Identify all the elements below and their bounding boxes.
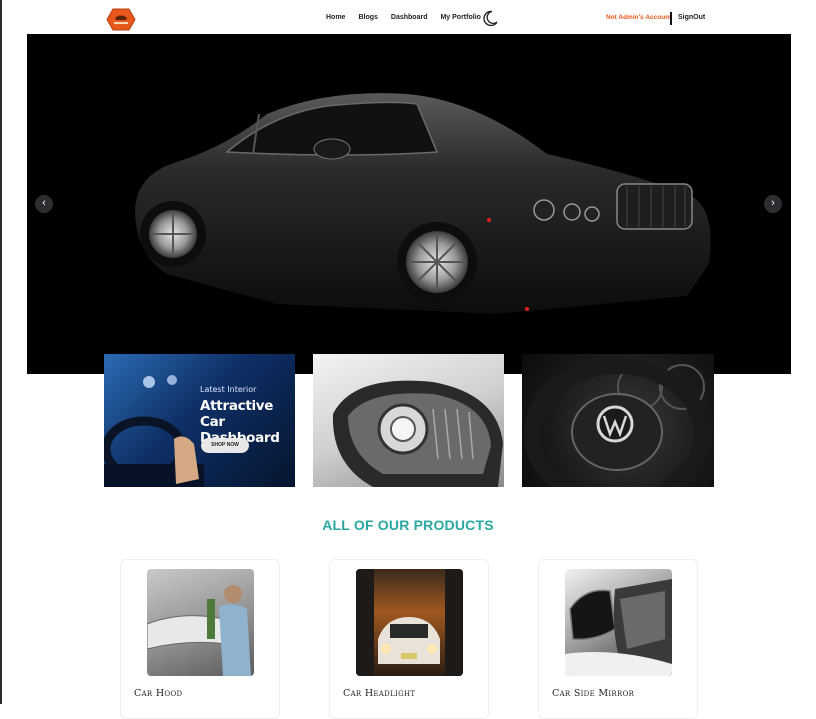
brand-logo-icon[interactable] (106, 8, 136, 31)
nav-blogs-link[interactable]: Blogs (358, 14, 377, 21)
nav-divider (670, 12, 672, 25)
product-image (147, 569, 254, 676)
nav-portfolio-link[interactable]: My Portfolio (440, 14, 480, 21)
admin-status-text: Not Admin's Account (606, 14, 672, 21)
product-title: Car Side Mirror (552, 688, 635, 699)
carousel-next-button[interactable]: › (764, 195, 782, 213)
hero-carousel: ‹ › (27, 34, 791, 374)
moon-icon[interactable] (482, 10, 498, 27)
steering-wheel-banner[interactable] (522, 354, 714, 487)
headlight-photo (332, 380, 503, 487)
nav-links: Home Blogs Dashboard My Portfolio (326, 14, 481, 21)
product-image (565, 569, 672, 676)
product-card[interactable]: Car Side Mirror (538, 559, 698, 719)
product-card[interactable]: Car Hood (120, 559, 280, 719)
nav-dashboard-link[interactable]: Dashboard (391, 14, 428, 21)
banner-subtitle: Latest Interior (200, 385, 257, 394)
car-headlight-photo (356, 569, 463, 676)
carousel-prev-button[interactable]: ‹ (35, 195, 53, 213)
signout-link[interactable]: SignOut (678, 14, 705, 21)
steering-wheel-photo (524, 358, 710, 487)
product-title: Car Headlight (343, 688, 416, 699)
product-title: Car Hood (134, 688, 183, 699)
product-image (356, 569, 463, 676)
product-card[interactable]: Car Headlight (329, 559, 489, 719)
shop-now-button[interactable]: SHOP NOW (201, 438, 249, 453)
page-left-border (0, 0, 2, 704)
products-heading: ALL OF OUR PRODUCTS (322, 517, 494, 533)
hero-car-image (135, 93, 711, 314)
interior-banner[interactable]: Latest Interior Attractive Car Dashboard… (104, 354, 295, 487)
car-hood-photo (147, 585, 251, 676)
car-side-mirror-photo (565, 579, 672, 676)
headlight-banner[interactable] (313, 354, 504, 487)
nav-home-link[interactable]: Home (326, 14, 345, 21)
top-navbar: Home Blogs Dashboard My Portfolio Not Ad… (0, 0, 816, 38)
